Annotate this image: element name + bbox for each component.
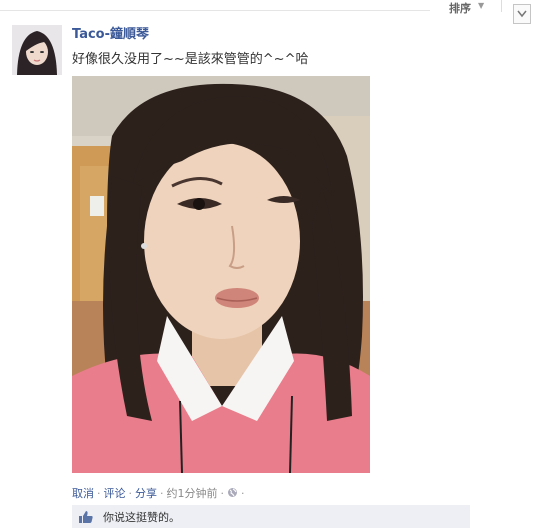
chevron-down-icon[interactable] (513, 4, 531, 24)
globe-icon[interactable] (227, 487, 238, 500)
divider (0, 10, 430, 11)
separator: · (128, 487, 133, 500)
unlike-link[interactable]: 取消 (72, 487, 94, 500)
post-timestamp[interactable]: 约1分钟前 (167, 487, 218, 500)
separator: · (97, 487, 101, 500)
separator: · (160, 487, 164, 500)
post-photo[interactable] (72, 76, 370, 473)
author-name[interactable]: Taco-鐘順琴 (72, 23, 149, 42)
separator: · (220, 487, 225, 500)
thumbs-up-icon[interactable] (79, 510, 93, 524)
share-link[interactable]: 分享 (135, 487, 157, 500)
like-text: 你说这挺赞的。 (103, 510, 180, 524)
post-message: 好像很久没用了~~是該來管管的^~^哈 (72, 52, 309, 67)
comment-link[interactable]: 评论 (104, 487, 126, 500)
sort-caret-icon[interactable]: ▼ (478, 1, 484, 10)
author-avatar[interactable] (12, 25, 62, 75)
divider (501, 0, 502, 12)
like-summary: 你说这挺赞的。 (72, 505, 470, 528)
post-actions: 取消 · 评论 · 分享 · 约1分钟前 · · (72, 485, 248, 501)
separator: · (241, 487, 245, 500)
feed-header: 排序 ▼ (0, 0, 536, 24)
sort-label[interactable]: 排序 (449, 0, 471, 16)
